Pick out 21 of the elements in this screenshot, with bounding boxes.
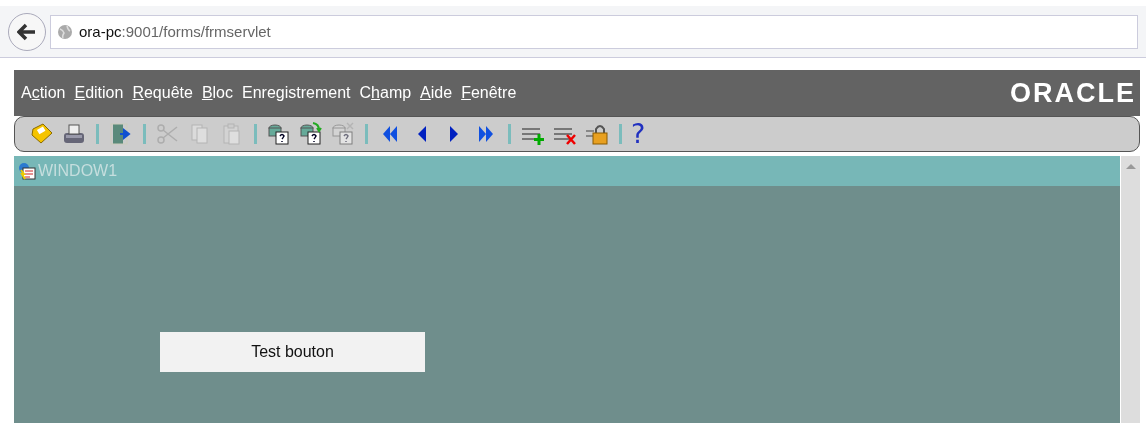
menu-item[interactable]: Action [21,84,66,102]
logo: ORACLE [1010,77,1136,109]
menu-item[interactable]: Bloc [201,84,233,102]
test-button[interactable]: Test bouton [160,332,425,372]
menu-item[interactable]: Aide [420,84,453,102]
url-text: ora-pc:9001/forms/frmservlet [79,23,271,40]
window-title: WINDOW1 [38,162,118,180]
menu-item[interactable]: Champ [359,84,412,102]
address-field[interactable]: ora-pc:9001/forms/frmservlet [50,14,1138,49]
back-arrow-icon[interactable] [17,22,37,41]
execute-icon[interactable] [298,121,324,147]
menu-item[interactable]: Edition [74,84,124,102]
scrollbar[interactable] [1121,156,1140,423]
window-icon [18,162,36,180]
back-button[interactable] [8,12,46,51]
globe-icon [57,23,73,40]
menu-item[interactable]: Enregistrement [242,84,351,102]
menu-item[interactable]: Requête [132,84,193,102]
query-icon[interactable] [266,121,292,147]
menu-item[interactable]: Fenêtre [461,84,517,102]
help-button[interactable]: ? [631,121,646,147]
